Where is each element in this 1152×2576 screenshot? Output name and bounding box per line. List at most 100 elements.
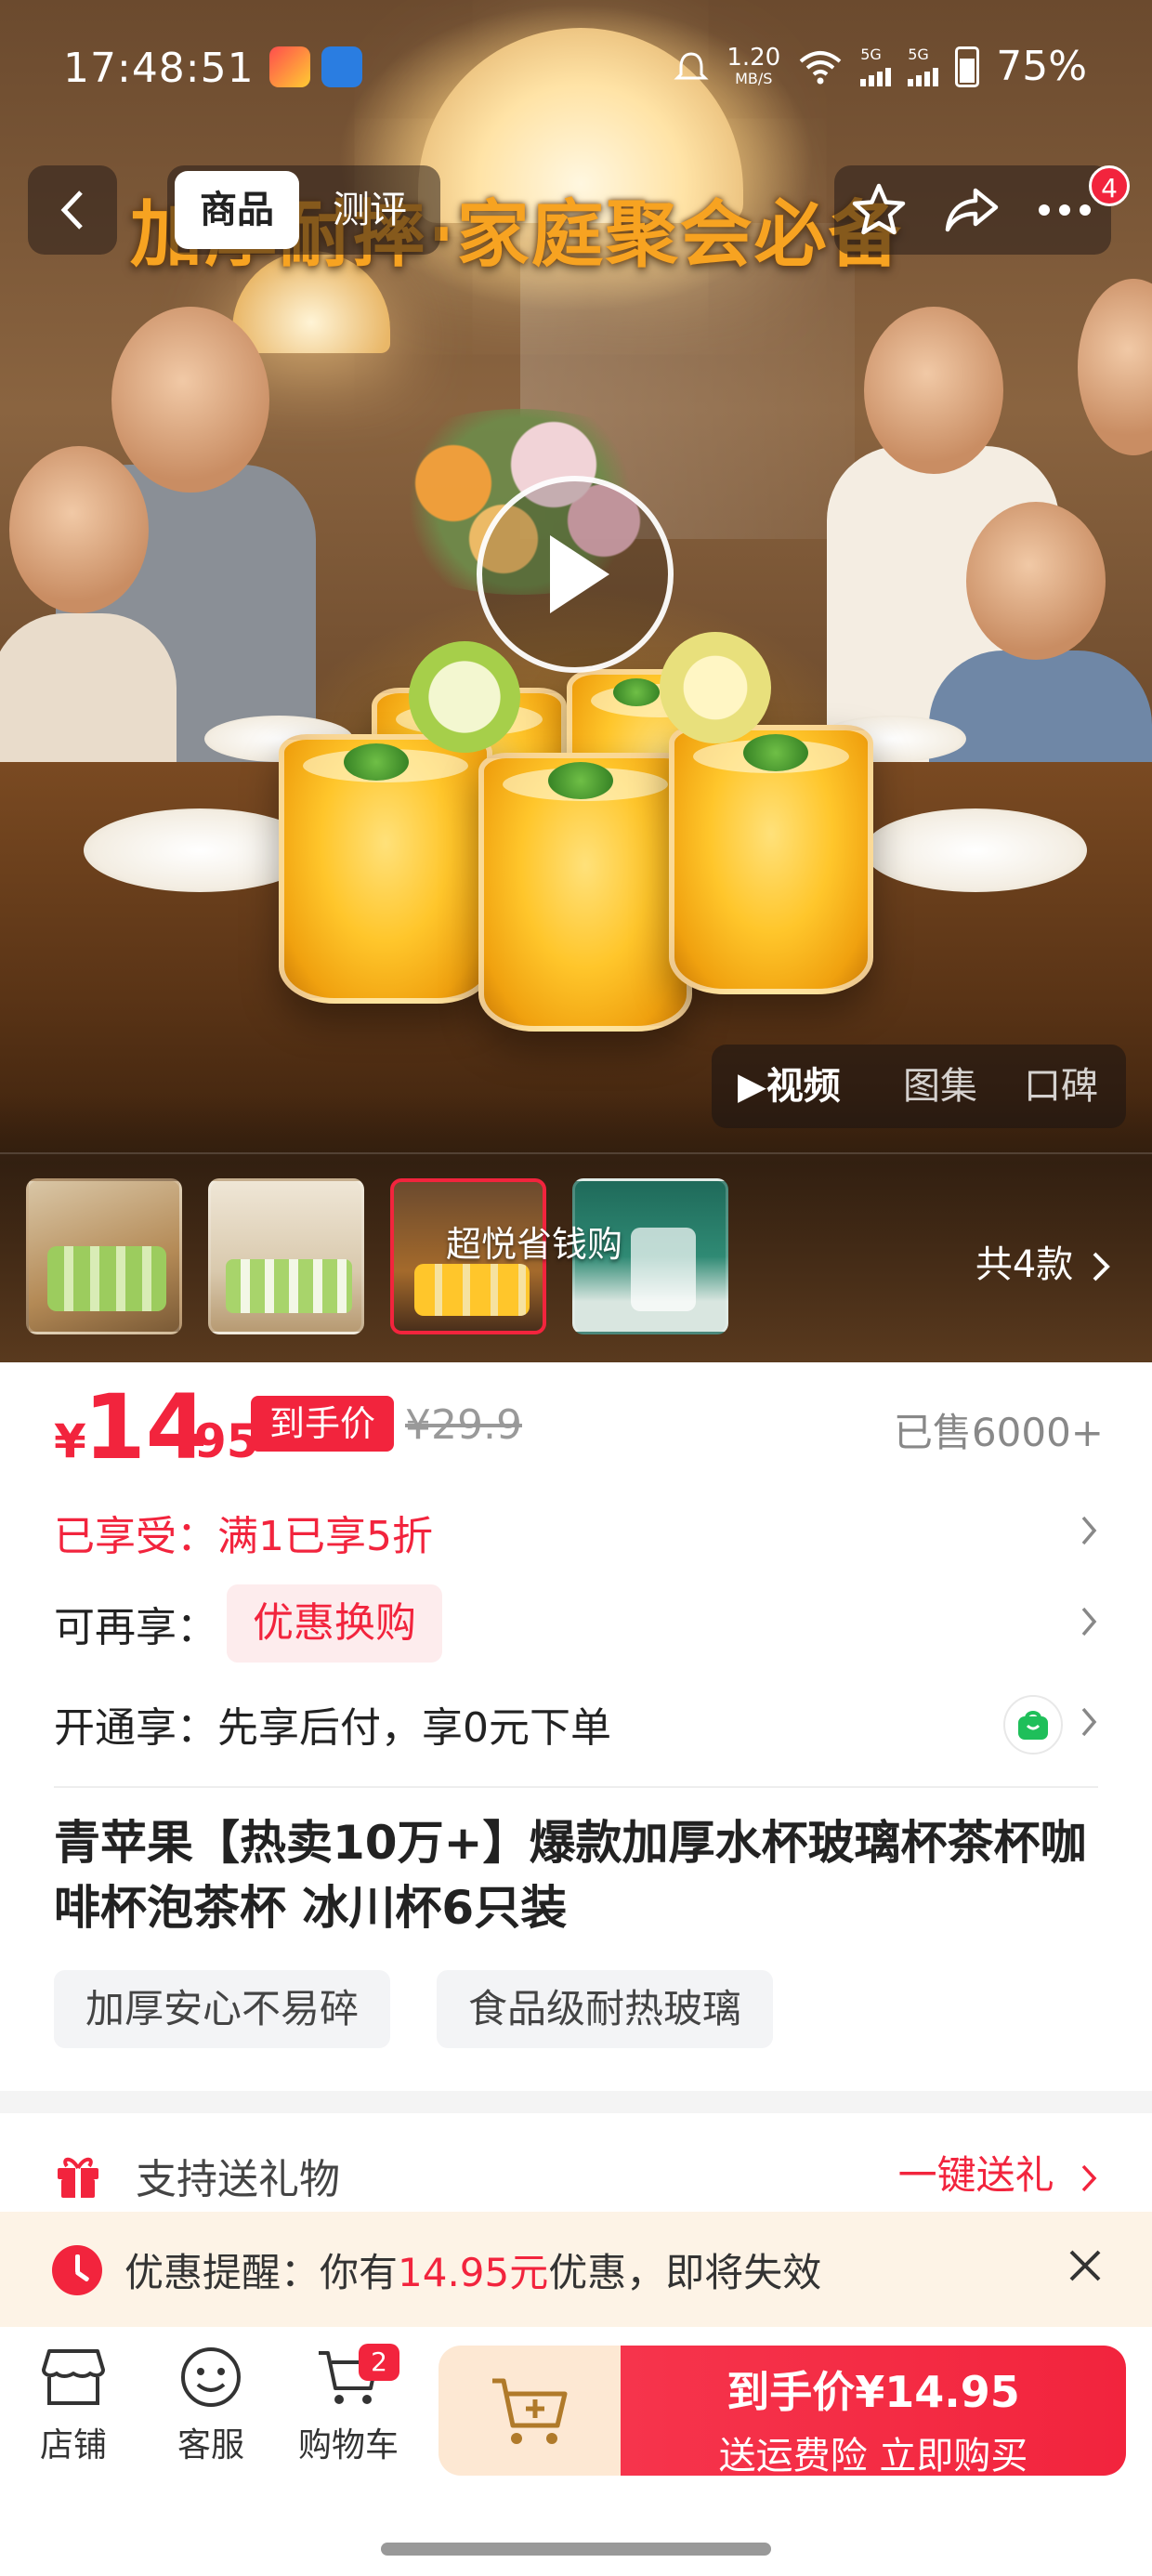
play-video-button[interactable]	[477, 476, 674, 673]
grandma-face	[1078, 279, 1152, 455]
signal-2: 5G	[908, 46, 939, 86]
mint-leaf	[613, 678, 660, 706]
thumbnail-2[interactable]	[208, 1178, 364, 1334]
tab-review[interactable]: 测评	[307, 171, 433, 249]
thumb-glasses	[414, 1264, 530, 1316]
gift-row[interactable]: 支持送礼物 一键送礼	[54, 2134, 1098, 2217]
media-tab-gallery[interactable]: 图集	[903, 1045, 977, 1128]
status-bar: 17:48:51 1.20 MB/S 5G 5G 75%	[0, 0, 1152, 139]
section-gap	[0, 2091, 1152, 2113]
price-currency: ¥	[54, 1414, 86, 1468]
thumb-overlay-text: 超悦省钱购	[446, 1224, 623, 1265]
chevron-right-icon	[1081, 2164, 1097, 2191]
reminder-text: 优惠提醒：你有14.95元优惠，即将失效	[124, 2250, 822, 2295]
media-tab-reviews[interactable]: 口碑	[1024, 1045, 1098, 1128]
mint-leaf	[548, 762, 613, 799]
media-tab-video[interactable]: ▶视频	[738, 1045, 841, 1128]
feature-tag-2: 食品级耐热玻璃	[437, 1970, 774, 2048]
home-indicator	[381, 2543, 771, 2556]
thumb-glasses	[226, 1259, 352, 1313]
pay-later-row[interactable]: 开通享：先享后付，享0元下单	[54, 1682, 1098, 1766]
sold-count: 已售6000+	[893, 1410, 1104, 1455]
reminder-amount: 14.95元	[398, 2250, 549, 2295]
clock-icon	[52, 2245, 102, 2295]
extra-offer-label: 可再享：	[54, 1604, 217, 1651]
discount-reminder-banner: 优惠提醒：你有14.95元优惠，即将失效	[0, 2212, 1152, 2327]
wifi-icon	[799, 50, 842, 84]
signal-bars-icon	[908, 62, 939, 86]
mint-leaf	[743, 734, 808, 771]
star-icon	[852, 183, 906, 235]
product-title: 青苹果【热卖10万+】爆款加厚水杯玻璃杯茶杯咖啡杯泡茶杯 冰川杯6只装	[54, 1816, 1087, 1935]
mint-leaf	[344, 743, 409, 781]
more-icon	[1039, 204, 1091, 216]
section-divider	[54, 1786, 1098, 1788]
pay-later-text: 开通享：先享后付，享0元下单	[54, 1704, 611, 1752]
hero-divider	[0, 1152, 1152, 1154]
status-right: 1.20 MB/S 5G 5G 75%	[673, 43, 1087, 90]
apple-slice	[409, 641, 520, 753]
buy-price-line: 到手价¥14.95	[727, 2367, 1020, 2417]
discount-row[interactable]: 已享受：满1已享5折	[54, 1491, 1098, 1574]
thumbnail-1[interactable]	[26, 1178, 182, 1334]
play-icon	[550, 535, 609, 613]
media-switch: ▶视频 图集 口碑	[712, 1045, 1126, 1128]
page-tabs: 商品 测评	[167, 165, 440, 255]
chevron-right-icon	[1081, 1607, 1097, 1636]
cloud-app-icon	[321, 46, 362, 87]
alarm-icon	[674, 51, 709, 79]
final-price-tag: 到手价	[251, 1396, 395, 1452]
share-icon	[945, 188, 999, 232]
man-face	[111, 307, 269, 493]
battery-icon	[955, 46, 980, 87]
back-button[interactable]	[28, 165, 117, 255]
buy-now-button[interactable]: 到手价¥14.95 送运费险 立即购买	[621, 2346, 1126, 2477]
price-row: ¥ 14 .95 到手价 ¥29.9 已售6000+	[54, 1375, 1104, 1479]
message-badge: 4	[1089, 165, 1130, 206]
store-icon	[42, 2349, 105, 2405]
close-icon[interactable]	[1067, 2247, 1104, 2284]
share-button[interactable]	[927, 165, 1016, 255]
cart-count-badge: 2	[359, 2344, 399, 2381]
original-price: ¥29.9	[405, 1401, 522, 1449]
gift-label: 支持送礼物	[136, 2156, 340, 2203]
total-variants-link[interactable]: 共4款	[975, 1234, 1111, 1288]
gift-icon	[58, 2157, 98, 2198]
chevron-right-icon	[1081, 1516, 1097, 1545]
thumb-glasses	[47, 1246, 166, 1311]
play-small-icon: ▶	[738, 1065, 766, 1108]
thumb-glasses	[631, 1228, 696, 1311]
chevron-right-icon	[1081, 1707, 1097, 1737]
product-hero-media[interactable]: 加厚耐摔·家庭聚会必备 ▶视频 图集 口碑 超悦省钱购 共4款 17:48:51…	[0, 0, 1152, 1362]
signal-1: 5G	[860, 46, 892, 86]
nav-store[interactable]: 店铺	[13, 2346, 134, 2466]
thumbnail-strip: 超悦省钱购 共4款	[0, 1178, 1152, 1342]
lemon-slice	[660, 632, 771, 743]
boy-face	[966, 502, 1106, 660]
app-notification-icon	[269, 46, 310, 87]
trade-in-pill[interactable]: 优惠换购	[227, 1584, 442, 1663]
tab-product[interactable]: 商品	[175, 171, 299, 249]
buy-action-line: 送运费险 立即购买	[718, 2435, 1028, 2477]
header-actions	[834, 165, 1111, 255]
net-speed: 1.20 MB/S	[727, 43, 781, 87]
send-gift-link[interactable]: 一键送礼	[898, 2134, 1098, 2217]
status-time: 17:48:51	[63, 45, 255, 92]
shopping-bag-icon	[1003, 1695, 1063, 1755]
favorite-button[interactable]	[834, 165, 923, 255]
price-decimal: .95	[177, 1414, 259, 1468]
nav-customer-service[interactable]: 客服	[151, 2346, 271, 2466]
add-to-cart-icon	[492, 2378, 568, 2444]
battery-percent: 75%	[996, 43, 1087, 90]
signal-bars-icon	[860, 62, 892, 86]
bottom-action-bar: 店铺 客服 2 购物车 到手价¥14.95 送运费险 立即购买	[0, 2327, 1152, 2576]
girl-face	[9, 446, 149, 613]
discount-text: 已享受：满1已享5折	[54, 1513, 433, 1560]
woman-face	[864, 307, 1003, 474]
extra-offer-row[interactable]: 可再享： 优惠换购	[54, 1582, 1098, 1665]
add-to-cart-button[interactable]	[439, 2346, 621, 2476]
chevron-right-icon	[1093, 1252, 1110, 1281]
plate	[864, 808, 1087, 892]
customer-service-icon	[181, 2347, 241, 2407]
nav-cart[interactable]: 2 购物车	[288, 2344, 409, 2466]
